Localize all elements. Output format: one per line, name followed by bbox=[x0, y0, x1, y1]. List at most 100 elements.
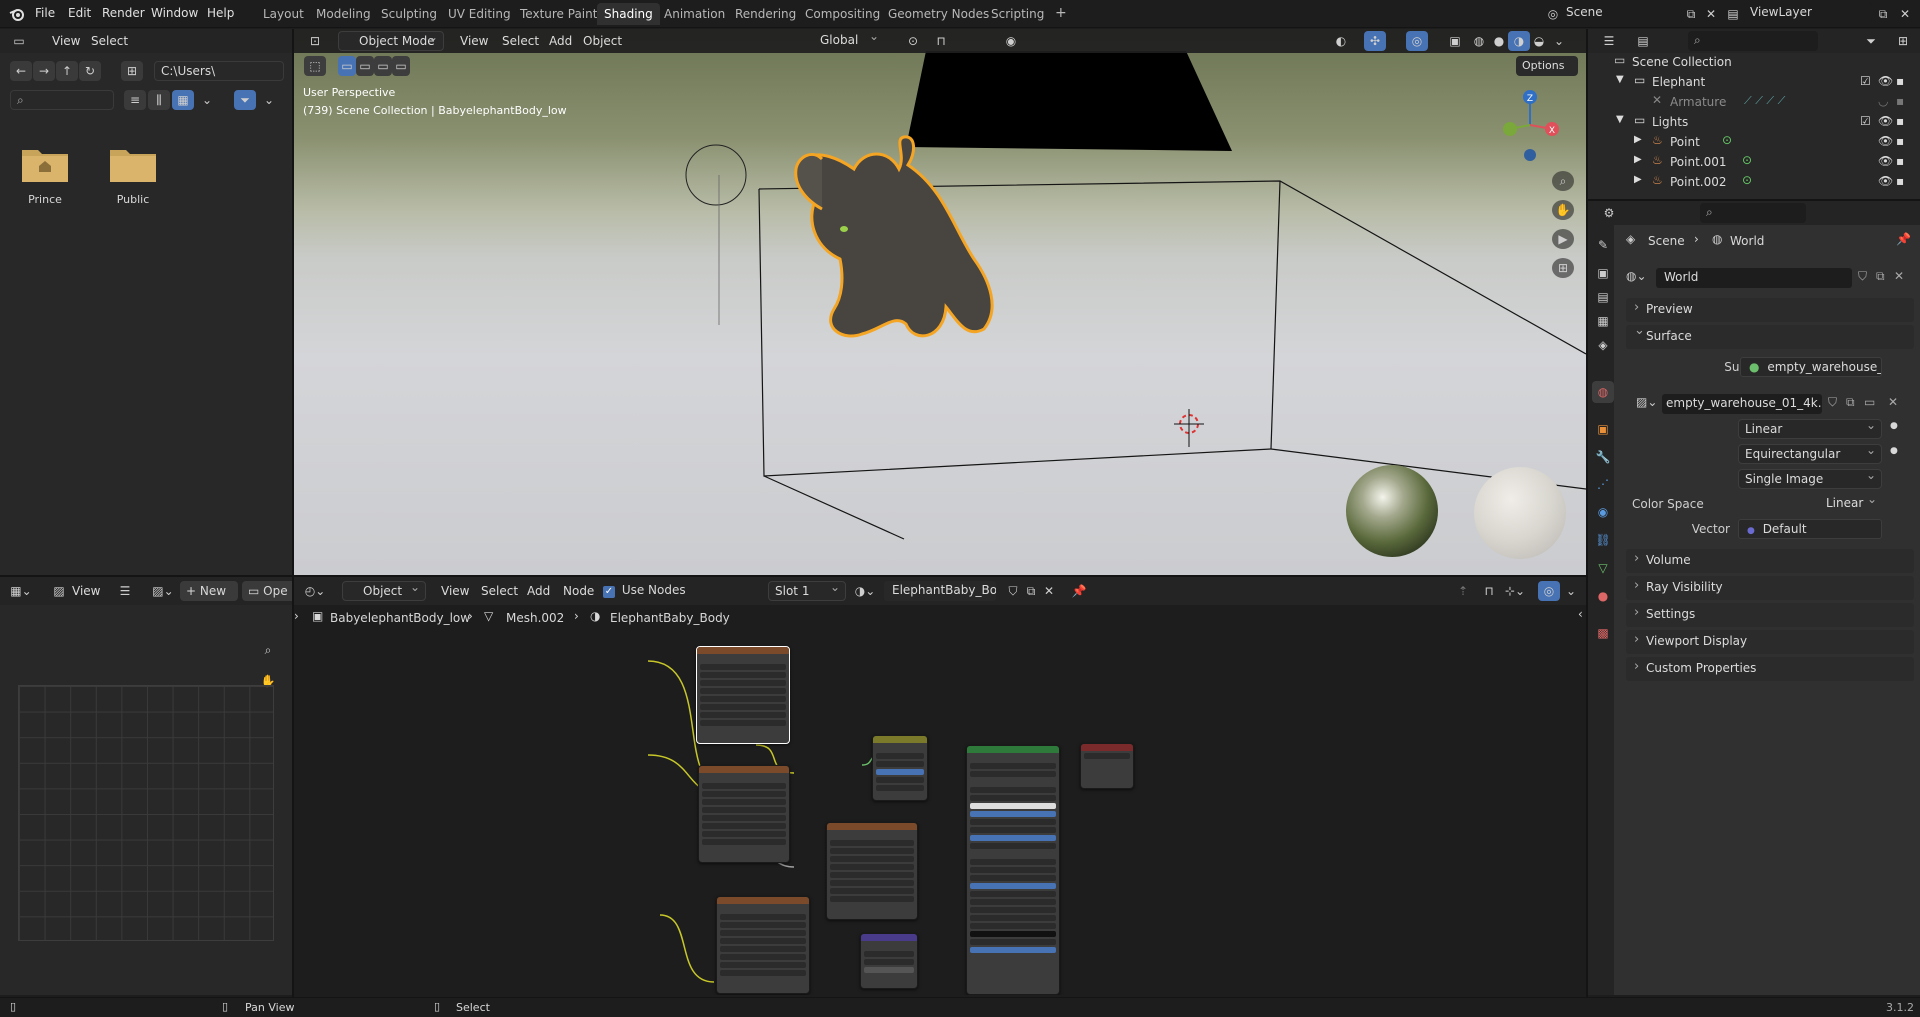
xray-toggle-icon[interactable]: ▣ bbox=[1444, 31, 1466, 51]
delete-scene-icon[interactable]: ✕ bbox=[1700, 4, 1722, 24]
transform-orientation-dropdown[interactable]: Global bbox=[814, 29, 884, 51]
normal-map-node[interactable] bbox=[860, 933, 918, 989]
tab-modeling[interactable]: Modeling bbox=[309, 3, 378, 25]
expand-chevron-icon[interactable]: ▼ bbox=[1616, 114, 1624, 125]
new-scene-icon[interactable]: ⧉ bbox=[1680, 4, 1702, 24]
view-layer-tab-icon[interactable]: ▦ bbox=[1592, 310, 1614, 332]
outliner-row-lights[interactable]: ▼ ▭ Lights ☑ 👁 ▪ bbox=[1592, 113, 1910, 133]
select-extend-mode-icon[interactable]: ▭ bbox=[356, 56, 374, 76]
vector-field[interactable]: ● Default bbox=[1738, 519, 1882, 539]
rendered-shading-icon[interactable]: ◒ bbox=[1528, 31, 1550, 51]
viewport-menu-object[interactable]: Object bbox=[583, 34, 622, 48]
texture-tab-icon[interactable]: ▩ bbox=[1592, 622, 1614, 644]
directory-path-field[interactable]: C:\Users\ bbox=[154, 61, 284, 81]
perspective-toggle-icon[interactable]: ⊞ bbox=[1552, 258, 1574, 278]
display-settings-chevron-icon[interactable]: ⌄ bbox=[196, 90, 218, 110]
tab-rendering[interactable]: Rendering bbox=[728, 3, 803, 25]
file-menu-view[interactable]: View bbox=[52, 34, 80, 48]
pivot-point-icon[interactable]: ⊙ bbox=[902, 31, 924, 51]
image-menu-view[interactable]: View bbox=[72, 584, 100, 598]
scene-tab-icon[interactable]: ◈ bbox=[1592, 334, 1614, 356]
outliner-row-point-002[interactable]: ▶ ♨ Point.002 ⊙ 👁 ▪ bbox=[1592, 173, 1910, 193]
view-layer-icon[interactable]: ▤ bbox=[1722, 4, 1744, 24]
view-mode-icon[interactable]: ▨ bbox=[48, 581, 70, 601]
forward-icon[interactable]: → bbox=[33, 61, 55, 81]
eye-icon[interactable]: 👁 bbox=[1878, 74, 1893, 88]
sidebar-menu-icon[interactable]: ☰ bbox=[114, 581, 136, 601]
world-datablock[interactable]: ◍⌄ World ⛉ ⧉ ✕ bbox=[1626, 268, 1912, 288]
menu-render[interactable]: Render bbox=[102, 6, 145, 20]
expand-chevron-icon[interactable]: ▶ bbox=[1634, 154, 1642, 165]
section-custom-properties[interactable]: Custom Properties bbox=[1626, 657, 1914, 681]
fake-user-icon[interactable]: ⛉ bbox=[1828, 395, 1837, 410]
tab-uv-editing[interactable]: UV Editing bbox=[441, 3, 518, 25]
mix-rgb-node[interactable] bbox=[872, 735, 928, 801]
viewport-menu-add[interactable]: Add bbox=[549, 34, 572, 48]
elephant-model[interactable] bbox=[694, 129, 1074, 429]
overlays-toggle-icon[interactable]: ◎ bbox=[1406, 31, 1428, 51]
outliner-editor-type-icon[interactable]: ☰ bbox=[1598, 31, 1620, 51]
image-texture-node[interactable] bbox=[698, 765, 790, 863]
back-icon[interactable]: ← bbox=[10, 61, 32, 81]
pin-icon[interactable]: 📌 bbox=[1896, 232, 1911, 246]
parent-directory-icon[interactable]: ↑ bbox=[56, 61, 78, 81]
zoom-icon[interactable]: ⌕ bbox=[1552, 171, 1574, 191]
eye-icon[interactable]: 👁 bbox=[1878, 114, 1893, 128]
object-mode-dropdown[interactable]: Object Mode bbox=[338, 30, 444, 51]
filter-chevron-icon[interactable]: ⌄ bbox=[258, 90, 280, 110]
menu-help[interactable]: Help bbox=[207, 6, 234, 20]
image-datablock[interactable]: ▨⌄ empty_warehouse_01_4k.hdr ⛉ ⧉ ▭ ✕ bbox=[1636, 394, 1912, 414]
folder-item[interactable]: Prince bbox=[14, 144, 76, 214]
material-output-node[interactable] bbox=[1080, 743, 1134, 789]
scene-selector[interactable]: Scene bbox=[1560, 3, 1682, 23]
camera-icon[interactable]: ▪ bbox=[1896, 154, 1904, 168]
expand-chevron-icon[interactable]: ▶ bbox=[1634, 134, 1642, 145]
section-preview[interactable]: Preview bbox=[1626, 298, 1914, 322]
eye-icon[interactable]: ◡ bbox=[1878, 94, 1888, 108]
view-layer-selector[interactable]: ViewLayer bbox=[1744, 3, 1872, 23]
3d-cursor-icon[interactable] bbox=[1174, 409, 1204, 449]
expand-chevron-icon[interactable]: ▼ bbox=[1616, 74, 1624, 85]
image-browse-icon[interactable]: ▨⌄ bbox=[152, 581, 174, 601]
menu-window[interactable]: Window bbox=[151, 6, 198, 20]
outliner-root[interactable]: ▭ Scene Collection bbox=[1592, 53, 1910, 73]
menu-edit[interactable]: Edit bbox=[68, 6, 91, 20]
image-texture-node[interactable] bbox=[716, 896, 810, 994]
outliner-row-point-001[interactable]: ▶ ♨ Point.001 ⊙ 👁 ▪ bbox=[1592, 153, 1910, 173]
unlink-icon[interactable]: ✕ bbox=[1894, 269, 1904, 283]
image-icon[interactable]: ▨⌄ bbox=[1636, 395, 1657, 409]
tab-animation[interactable]: Animation bbox=[657, 3, 732, 25]
world-icon[interactable]: ◍⌄ bbox=[1626, 269, 1647, 283]
keyframe-dot-icon[interactable]: ● bbox=[1890, 446, 1898, 456]
viewport-menu-select[interactable]: Select bbox=[502, 34, 539, 48]
outliner-row-elephant[interactable]: ▼ ▭ Elephant ☑ 👁 ▪ bbox=[1592, 73, 1910, 93]
tab-geometry-nodes[interactable]: Geometry Nodes bbox=[881, 3, 996, 25]
properties-editor-type-icon[interactable]: ⚙ bbox=[1598, 203, 1620, 223]
viewport-menu-view[interactable]: View bbox=[460, 34, 488, 48]
image-texture-node[interactable] bbox=[696, 646, 790, 744]
output-tab-icon[interactable]: ▤ bbox=[1592, 286, 1614, 308]
vertical-divider-right[interactable] bbox=[1586, 29, 1588, 997]
render-tab-icon[interactable]: ▣ bbox=[1592, 262, 1614, 284]
object-tab-icon[interactable]: ▣ bbox=[1592, 418, 1614, 440]
tab-layout[interactable]: Layout bbox=[256, 3, 311, 25]
delete-view-layer-icon[interactable]: ✕ bbox=[1894, 4, 1916, 24]
node-editor[interactable]: ◴⌄ Object View Select Add Node ✓ Use Nod… bbox=[294, 577, 1586, 995]
image-texture-node[interactable] bbox=[826, 822, 918, 920]
navigation-gizmo[interactable]: Z X bbox=[1498, 85, 1562, 165]
image-name-field[interactable]: empty_warehouse_01_4k.hdr bbox=[1662, 394, 1822, 414]
properties-search-input[interactable]: ⌕ bbox=[1700, 203, 1806, 223]
vertical-list-icon[interactable]: ≡ bbox=[124, 90, 146, 110]
eye-icon[interactable]: 👁 bbox=[1878, 154, 1893, 168]
filter-icon[interactable]: ⏷ bbox=[234, 90, 256, 110]
proportional-edit-icon[interactable]: ◉ bbox=[1000, 31, 1022, 51]
duplicate-icon[interactable]: ⧉ bbox=[1876, 269, 1885, 284]
modifier-tab-icon[interactable]: 🔧 bbox=[1592, 446, 1614, 468]
interpolation-dropdown[interactable]: Linear bbox=[1738, 418, 1882, 439]
new-view-layer-icon[interactable]: ⧉ bbox=[1872, 4, 1894, 24]
principled-bsdf-node[interactable] bbox=[966, 745, 1060, 995]
zoom-icon[interactable]: ⌕ bbox=[257, 640, 279, 660]
camera-icon[interactable]: ▪ bbox=[1896, 174, 1904, 188]
new-collection-icon[interactable]: ⊞ bbox=[1892, 31, 1914, 51]
horizontal-list-icon[interactable]: ⫼ bbox=[148, 90, 170, 110]
